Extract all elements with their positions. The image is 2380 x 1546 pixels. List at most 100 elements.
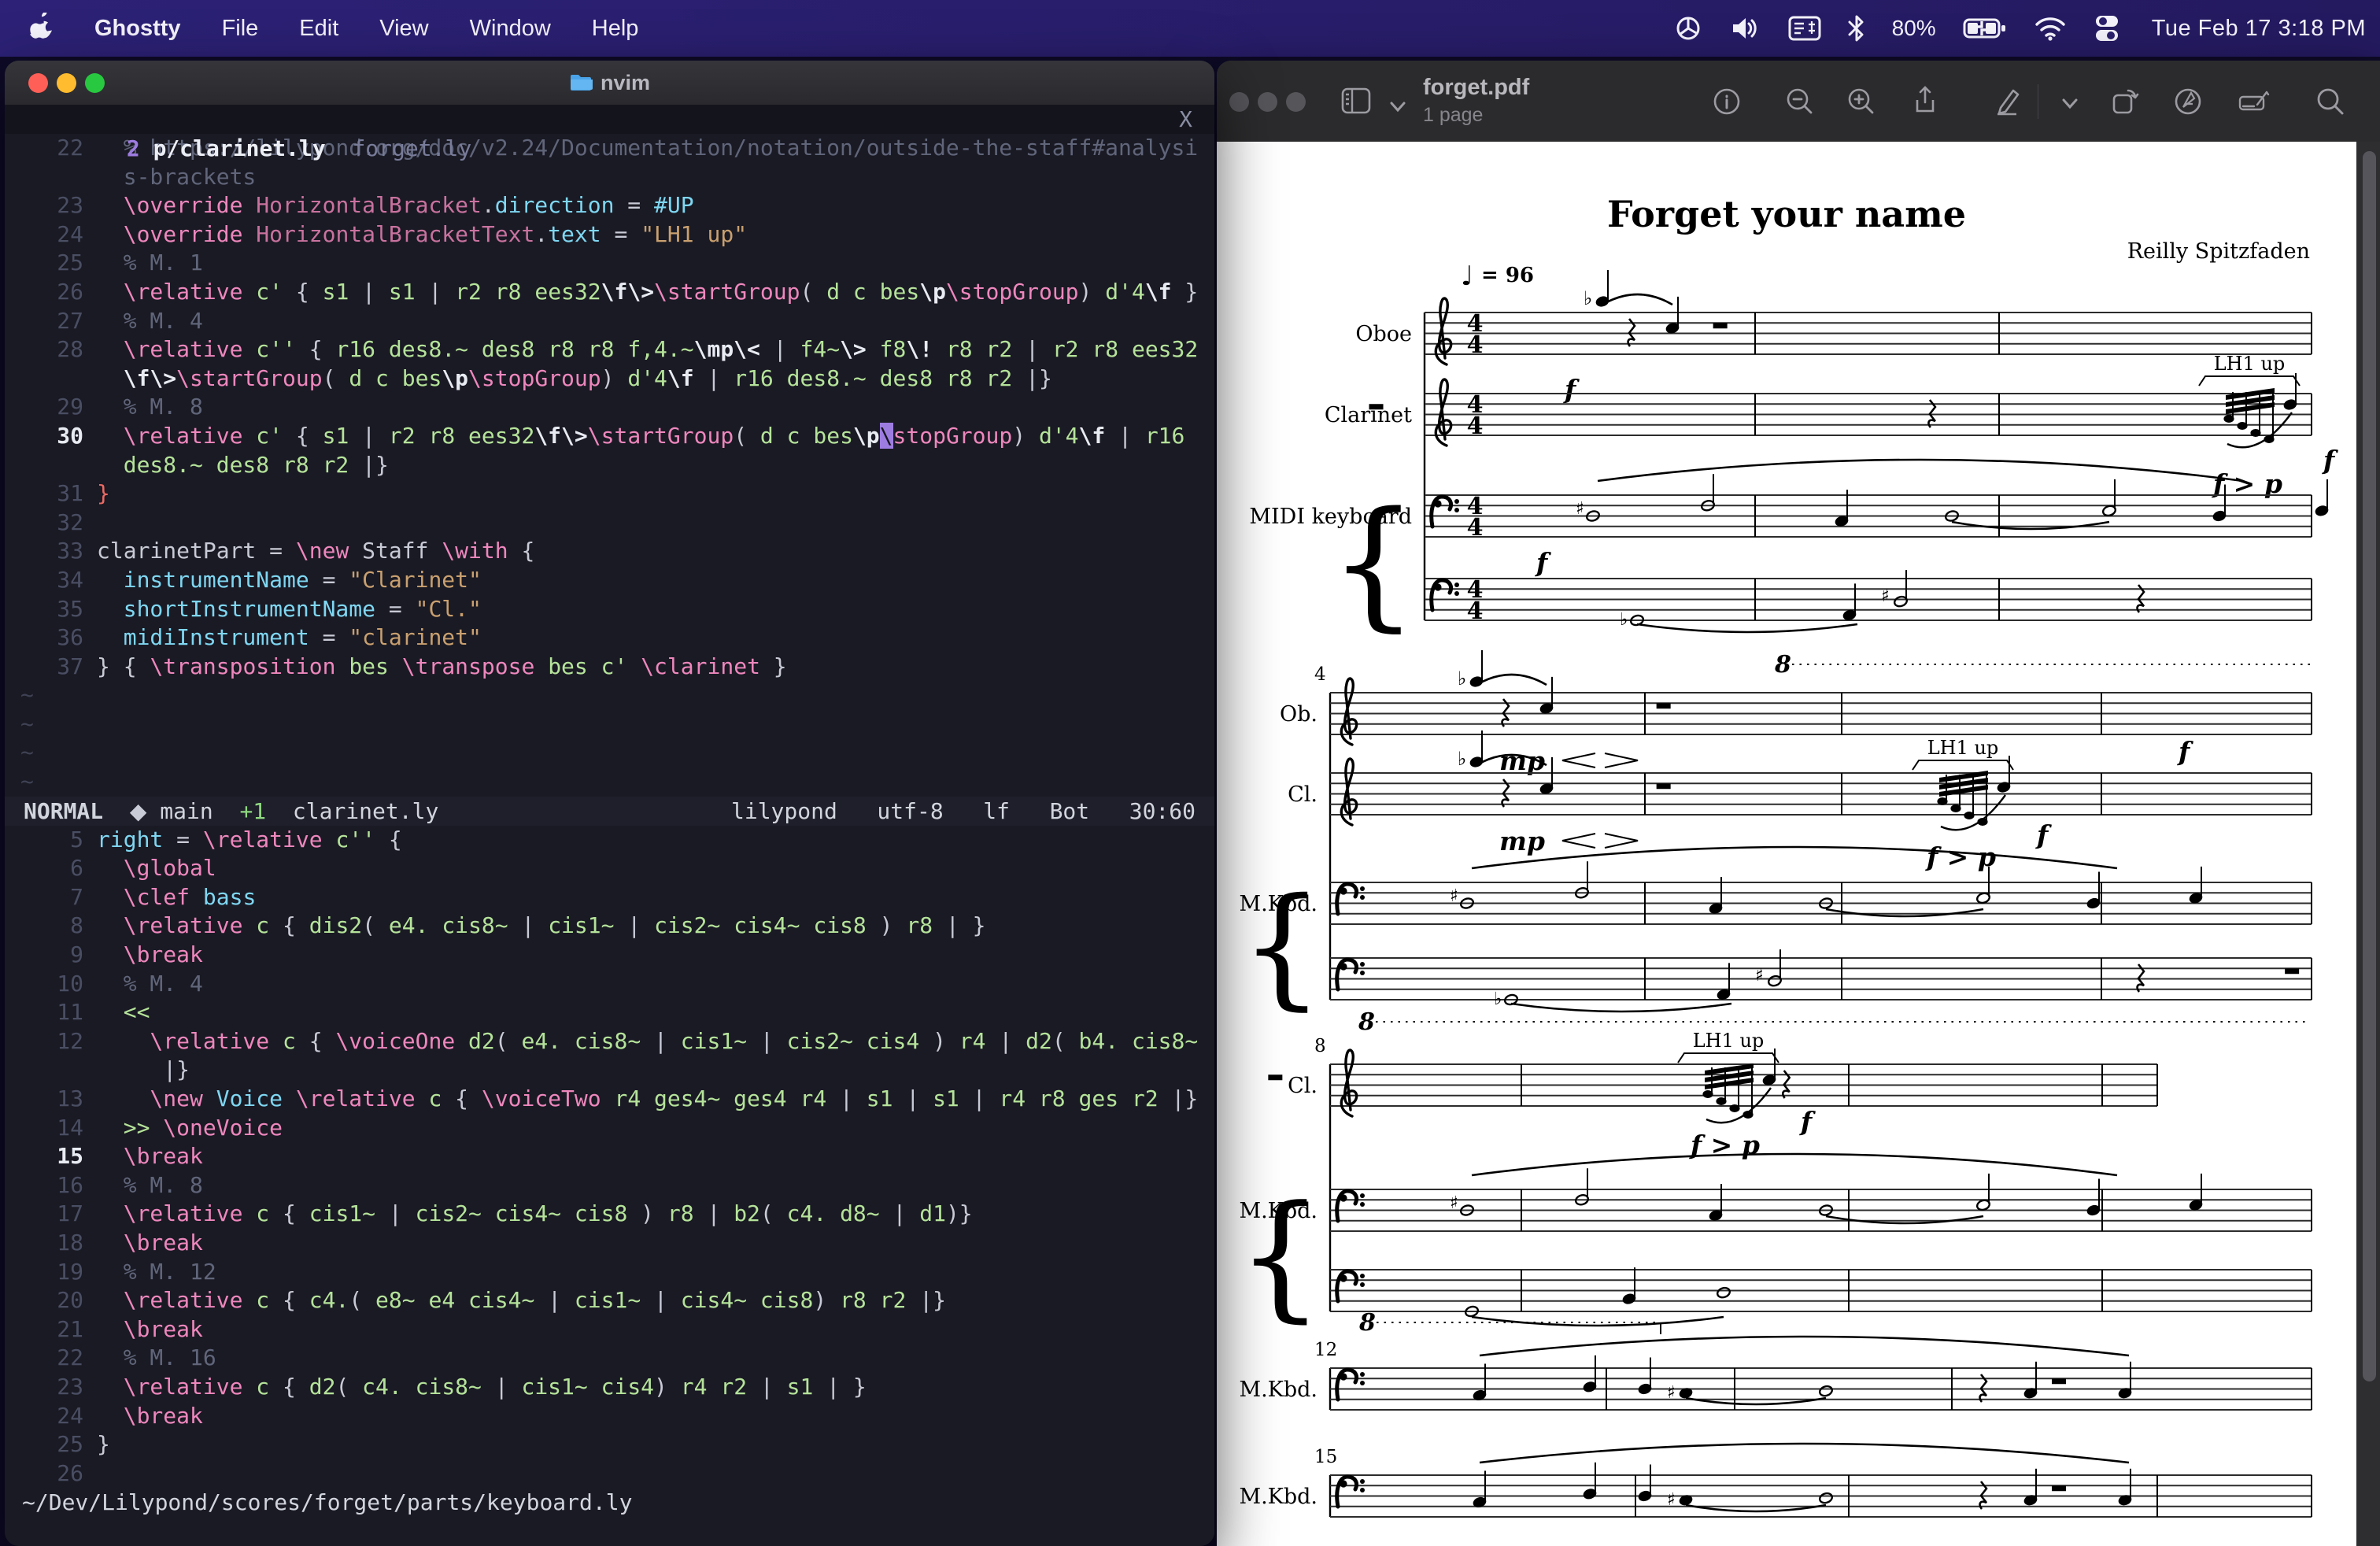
svg-text:Cl.: Cl. — [1288, 1074, 1318, 1098]
code-line: 24 \override HorizontalBracketText.text … — [57, 220, 748, 247]
svg-text:LH1 up: LH1 up — [1693, 1030, 1765, 1052]
svg-text:♭: ♭ — [1458, 668, 1466, 690]
code-line: ~ — [20, 739, 34, 766]
code-line: 15 \break — [57, 1143, 203, 1170]
svg-text:= 96: = 96 — [1481, 264, 1534, 287]
code-line: 32 — [57, 509, 83, 535]
menu-bar: Ghostty File Edit View Window Help 80% T… — [0, 0, 2380, 57]
svg-text:LH1 up: LH1 up — [2214, 353, 2286, 375]
search-icon[interactable] — [2309, 81, 2350, 122]
svg-text:M.Kbd.: M.Kbd. — [1239, 1485, 1318, 1509]
window-manager-icon[interactable] — [1673, 13, 1703, 43]
menu-item-file[interactable]: File — [222, 16, 259, 42]
svg-text:Ob.: Ob. — [1280, 702, 1318, 727]
statusline-top: NORMAL ◆ main +1 clarinet.ly lilypond ut… — [5, 796, 1214, 826]
svg-text:4: 4 — [1467, 597, 1484, 625]
code-line: 8 \relative c { dis2( e4. cis8~ | cis1~ … — [70, 912, 986, 939]
code-line: 33 clarinetPart = \new Staff \with { — [57, 538, 535, 564]
terminal-window: nvim 2 p/clarinet.ly forget.ly X 22 % ht… — [5, 61, 1214, 1546]
preview-window: forget.pdf 1 page Forget your name Reill… — [1217, 61, 2380, 1546]
close-button[interactable] — [1229, 92, 1249, 112]
preview-toolbar: forget.pdf 1 page — [1217, 61, 2380, 142]
code-line: 25} — [57, 1431, 110, 1458]
code-line: 10 % M. 4 — [57, 970, 203, 997]
svg-text:♭: ♭ — [1620, 610, 1628, 630]
code-line: 30 \relative c' { s1 | r2 r8 ees32\f\>\s… — [57, 422, 1185, 449]
terminal-body[interactable]: 2 p/clarinet.ly forget.ly X 22 % https:/… — [5, 105, 1214, 1546]
svg-text:LH1 up: LH1 up — [1927, 737, 1999, 759]
sidebar-chevron-icon[interactable] — [1377, 89, 1418, 130]
menu-datetime[interactable]: Tue Feb 17 3:18 PM — [2152, 16, 2366, 42]
tab-close-icon[interactable]: X — [1179, 105, 1192, 134]
tab-inactive[interactable]: forget.ly — [352, 135, 471, 161]
code-line: 19 % M. 12 — [57, 1258, 216, 1285]
menu-item-help[interactable]: Help — [592, 16, 639, 42]
svg-text:8: 8 — [1358, 1008, 1375, 1036]
annotate-button[interactable] — [2168, 81, 2208, 122]
terminal-title-text: nvim — [600, 70, 651, 94]
menu-item-edit[interactable]: Edit — [299, 16, 338, 42]
code-line: 21 \break — [57, 1315, 203, 1342]
code-line: 25 % M. 1 — [57, 250, 203, 276]
svg-text:Oboe: Oboe — [1355, 322, 1412, 346]
battery-icon — [1963, 17, 2007, 40]
buffer-keyboard[interactable]: 5 right = \relative c'' {6 \global 7 \clef… — [5, 826, 1214, 1489]
svg-text:♭: ♭ — [1584, 287, 1592, 309]
page-count: 1 page — [1423, 104, 1484, 126]
rotate-button[interactable] — [2105, 81, 2145, 122]
menu-item-window[interactable]: Window — [470, 16, 551, 42]
score-title: Forget your name — [1607, 193, 1966, 235]
markup-chevron-icon[interactable] — [2049, 87, 2090, 128]
scrollbar[interactable] — [2363, 151, 2376, 1381]
code-line: 34 instrumentName = "Clarinet" — [57, 566, 482, 593]
document-title-block: forget.pdf 1 page — [1423, 75, 1529, 127]
svg-text:{: { — [1237, 1176, 1324, 1335]
share-button[interactable] — [1905, 81, 1946, 122]
wifi-icon[interactable] — [2034, 16, 2067, 41]
bluetooth-icon[interactable] — [1848, 14, 1865, 43]
code-line: 36 midiInstrument = "clarinet" — [57, 624, 482, 651]
code-line: 37} { \transposition bes \transpose bes … — [57, 653, 787, 679]
apple-menu-icon[interactable] — [30, 13, 57, 44]
signature-button[interactable] — [2234, 81, 2275, 122]
info-button[interactable] — [1706, 81, 1747, 122]
svg-text:4: 4 — [1467, 331, 1484, 359]
code-line: 11 << — [57, 999, 150, 1026]
svg-text:♩: ♩ — [1461, 261, 1473, 292]
svg-text:{: { — [1329, 482, 1418, 645]
sidebar-icon[interactable] — [1336, 81, 1377, 122]
zoom-out-button[interactable] — [1779, 81, 1820, 122]
svg-text:♯: ♯ — [1667, 1490, 1676, 1510]
markup-pencil-button[interactable] — [1986, 81, 2027, 122]
svg-text:♯: ♯ — [1576, 499, 1584, 519]
code-line: 31} — [57, 480, 110, 507]
svg-text:4: 4 — [1467, 514, 1484, 542]
svg-text:♯: ♯ — [1450, 886, 1458, 906]
svg-text:8: 8 — [1358, 1309, 1376, 1337]
code-line: des8.~ des8 r8 r2 |} — [97, 451, 389, 478]
buffer-clarinet[interactable]: 22 % https://lilypond.org/doc/v2.24/Docu… — [5, 134, 1214, 797]
statusline-bottom: ~/Dev/Lilypond/scores/forget/parts/keybo… — [22, 1489, 633, 1516]
code-line: 27 % M. 4 — [57, 307, 203, 334]
svg-text:♯: ♯ — [1755, 966, 1764, 986]
minimize-button[interactable] — [1258, 92, 1277, 112]
code-line: 23 \override HorizontalBracket.direction… — [57, 192, 694, 219]
control-center-icon[interactable] — [2094, 13, 2120, 43]
terminal-title: nvim — [5, 61, 1214, 105]
code-line: 6 \global — [70, 855, 216, 882]
menu-item-ghostty[interactable]: Ghostty — [94, 16, 181, 42]
volume-icon[interactable] — [1730, 15, 1761, 42]
keyboard-switcher-icon[interactable] — [1788, 15, 1821, 42]
code-line: 18 \break — [57, 1229, 203, 1256]
score-composer: Reilly Spitzfaden — [2127, 239, 2310, 264]
svg-text:12: 12 — [1314, 1340, 1337, 1360]
terminal-titlebar: nvim — [5, 61, 1214, 105]
zoom-button[interactable] — [1286, 92, 1306, 112]
zoom-in-button[interactable] — [1840, 81, 1881, 122]
svg-text:mp: mp — [1499, 826, 1545, 856]
code-line: 5 right = \relative c'' { — [70, 826, 402, 853]
menu-item-view[interactable]: View — [379, 16, 428, 42]
tab-active[interactable]: p/clarinet.ly — [153, 135, 326, 161]
svg-text:8: 8 — [1774, 651, 1791, 679]
code-line: 17 \relative c { cis1~ | cis2~ cis4~ cis… — [57, 1200, 973, 1227]
